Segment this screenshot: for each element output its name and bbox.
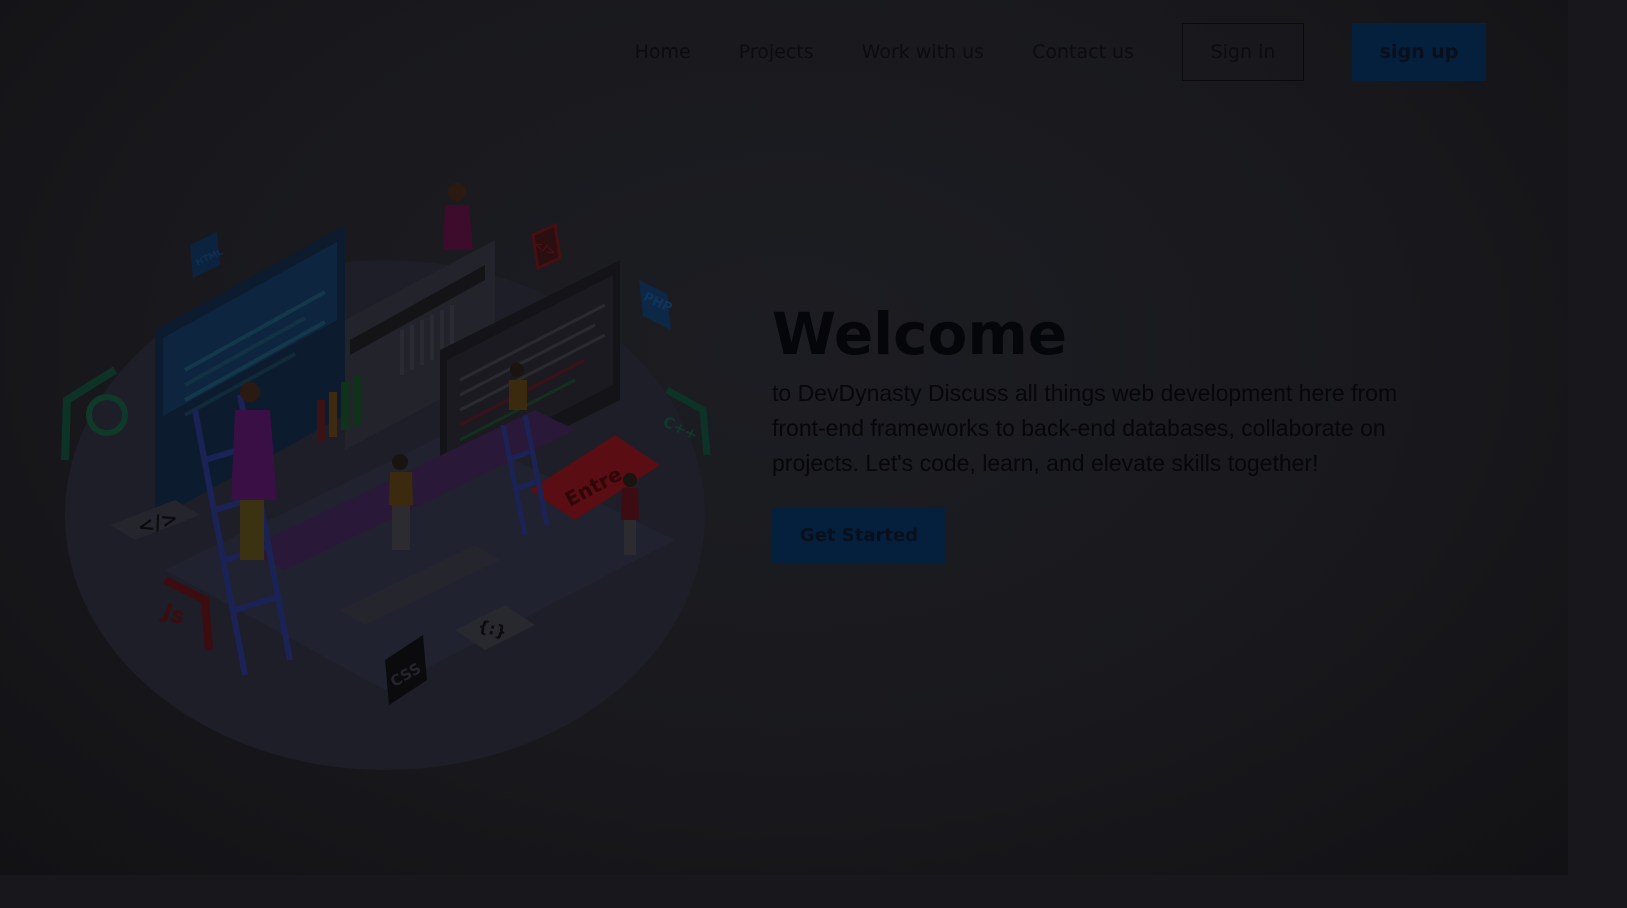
- nav-work-with-us-link[interactable]: Work with us: [862, 41, 984, 63]
- sign-in-button[interactable]: Sign in: [1182, 23, 1304, 81]
- code-tag-badge: </>: [531, 222, 562, 271]
- hero-title: Welcome: [772, 300, 1068, 368]
- nav-projects-link[interactable]: Projects: [739, 41, 814, 63]
- php-badge: PHP: [639, 280, 674, 330]
- top-nav: Home Projects Work with us Contact us Si…: [600, 22, 1486, 82]
- person-on-top: [443, 183, 473, 250]
- sign-up-button[interactable]: sign up: [1352, 23, 1486, 81]
- nav-home-link[interactable]: Home: [635, 41, 691, 63]
- html-badge: HTML: [190, 232, 225, 278]
- get-started-button[interactable]: Get Started: [772, 507, 946, 564]
- nav-contact-us-link[interactable]: Contact us: [1032, 41, 1134, 63]
- hero-description: to DevDynasty Discuss all things web dev…: [772, 380, 1398, 476]
- hero-illustration: Entre HTML </> PHP C++ </> Js CSS {:}: [61, 183, 711, 770]
- hero-section: Welcome to DevDynasty Discuss all things…: [772, 298, 1472, 564]
- page: Home Projects Work with us Contact us Si…: [0, 0, 1568, 875]
